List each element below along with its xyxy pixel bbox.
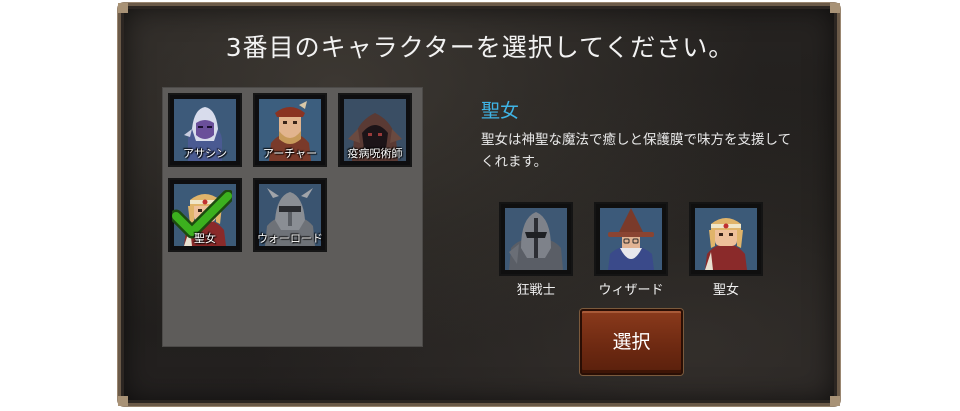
page-title: 3番目のキャラクターを選択してください。 [225,33,735,62]
panel-corner [118,3,128,13]
berserker-portrait-icon [505,208,567,270]
roster-slot-assassin[interactable]: アサシン [168,93,242,167]
roster-label: アサシン [183,147,227,160]
party-label-wizard: ウィザード [598,283,664,298]
roster-slot-archer[interactable]: アーチャー [253,93,327,167]
saint-portrait-icon [695,208,757,270]
party-slot-berserker[interactable] [499,202,573,276]
roster-label: 疫病呪術師 [347,147,403,160]
wizard-portrait-icon [600,208,662,270]
roster-label: ウォーロード [257,232,323,245]
party-label-saint: 聖女 [712,283,739,298]
party-slot-wizard[interactable] [594,202,668,276]
panel-corner [118,396,128,406]
character-roster-grid: アサシン アーチャー 疫病呪術師 聖女 ウォーロード [162,87,423,347]
roster-slot-plague-warlock[interactable]: 疫病呪術師 [338,93,412,167]
select-button[interactable]: 選択 [580,309,683,375]
roster-slot-saint[interactable]: 聖女 [168,178,242,252]
party-slot-saint[interactable] [689,202,763,276]
roster-slot-warlord[interactable]: ウォーロード [253,178,327,252]
panel-corner [830,396,840,406]
roster-label: アーチャー [262,147,318,160]
hero-name: 聖女 [481,100,520,122]
party-label-berserker: 狂戦士 [516,283,556,298]
roster-label: 聖女 [194,232,216,245]
panel-corner [830,3,840,13]
hero-description: 聖女は神聖な魔法で癒しと保護膜で味方を支援してくれます。 [481,132,792,170]
